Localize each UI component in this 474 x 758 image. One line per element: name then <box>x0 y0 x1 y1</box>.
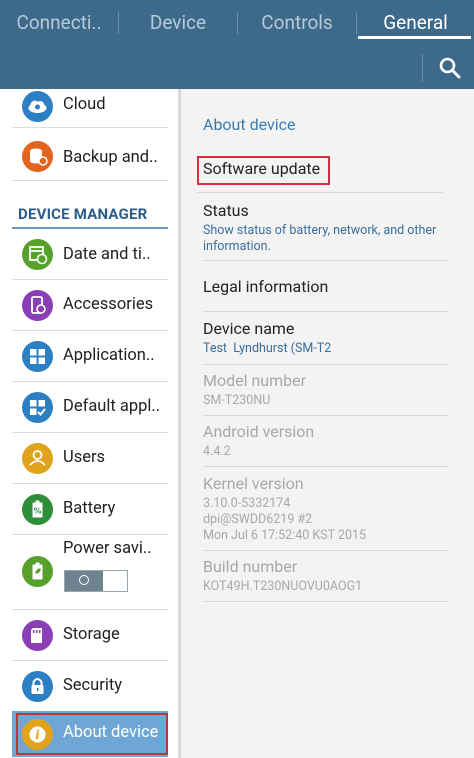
row-title: Android version <box>203 422 315 441</box>
apps-grid-icon <box>22 341 53 372</box>
selected-tab-indicator <box>358 36 471 39</box>
power-saving-toggle[interactable] <box>64 570 128 592</box>
sidebar-item-users[interactable]: Users <box>12 433 168 484</box>
sidebar-item-label: Battery <box>63 499 116 518</box>
row-android-version: Android version 4.4.2 <box>203 416 449 467</box>
page-title: About device <box>203 115 296 134</box>
lock-icon <box>22 671 53 702</box>
sd-card-icon <box>22 620 53 651</box>
search-separator <box>422 54 423 82</box>
calendar-clock-icon <box>22 239 53 270</box>
row-subtitle: Test Lyndhurst (SM-T2 <box>203 341 332 356</box>
sidebar-item-label: Application.. <box>63 346 155 365</box>
battery-icon: % <box>22 494 53 525</box>
sidebar-item-label: Security <box>63 676 123 695</box>
sidebar-item-label: Accessories <box>63 295 154 314</box>
tab-connections[interactable]: Connecti.. <box>0 0 118 45</box>
row-subtitle-line: dpi@SWDD6219 #2 <box>203 512 313 527</box>
sidebar-item-storage[interactable]: Storage <box>12 610 168 661</box>
row-build-number: Build number KOT49H.T230NUOVU0AOG1 <box>203 551 449 602</box>
sidebar-item-label: Date and ti.. <box>63 245 151 264</box>
cloud-icon <box>22 91 53 122</box>
toggle-knob <box>65 571 103 591</box>
sidebar-item-label: Cloud <box>63 95 106 114</box>
sidebar-item-battery[interactable]: % Battery <box>12 484 168 535</box>
sidebar-item-accessories[interactable]: Accessories <box>12 280 168 331</box>
software-update-highlight <box>197 156 330 185</box>
svg-text:%: % <box>33 507 41 516</box>
row-title: Kernel version <box>203 474 304 493</box>
section-header-device-manager: DEVICE MANAGER <box>18 205 148 223</box>
sidebar-item-label: Users <box>63 448 106 467</box>
accessories-icon <box>22 290 53 321</box>
row-title: Model number <box>203 371 307 390</box>
row-subtitle: 4.4.2 <box>203 444 231 459</box>
sidebar-item-date-time[interactable]: Date and ti.. <box>12 229 168 280</box>
row-subtitle: SM-T230NU <box>203 393 271 408</box>
sidebar-item-security[interactable]: Security <box>12 661 168 712</box>
row-subtitle: KOT49H.T230NUOVU0AOG1 <box>203 579 363 594</box>
row-subtitle-line: Mon Jul 6 17:52:40 KST 2015 <box>203 528 367 543</box>
sidebar-item-backup[interactable]: Backup and.. <box>12 131 168 181</box>
row-subtitle-line: 3.10.0-5332174 <box>203 496 291 511</box>
row-title: Legal information <box>203 277 329 296</box>
sidebar-item-label: Power savi.. <box>63 539 152 558</box>
search-icon <box>439 57 461 79</box>
row-title: Build number <box>203 557 298 576</box>
row-title: Status <box>203 201 249 220</box>
row-model-number: Model number SM-T230NU <box>203 365 449 416</box>
sidebar-item-label: Default appl.. <box>63 397 161 416</box>
sidebar-item-label: Backup and.. <box>63 148 158 167</box>
row-subtitle: Show status of battery, network, and oth… <box>203 223 437 254</box>
top-tab-bar: Connecti.. Device Controls General <box>0 0 474 89</box>
search-button[interactable] <box>437 55 463 81</box>
default-apps-icon <box>22 392 53 423</box>
row-legal-information[interactable]: Legal information <box>203 261 449 312</box>
about-device-highlight <box>16 713 168 755</box>
tab-device[interactable]: Device <box>119 0 237 45</box>
sidebar-item-label: Storage <box>63 625 120 644</box>
settings-sidebar[interactable]: Cloud Backup and.. DEVICE MANAGER Date a… <box>0 89 178 758</box>
toggle-off-indicator <box>79 575 89 585</box>
sidebar-item-default-apps[interactable]: Default appl.. <box>12 382 168 433</box>
row-kernel-version: Kernel version 3.10.0-5332174 dpi@SWDD62… <box>203 467 449 551</box>
users-icon <box>22 443 53 474</box>
backup-icon <box>22 141 53 172</box>
row-device-name[interactable]: Device name Test Lyndhurst (SM-T2 <box>203 312 449 365</box>
sidebar-item-applications[interactable]: Application.. <box>12 331 168 382</box>
row-title: Device name <box>203 319 295 338</box>
row-status[interactable]: Status Show status of battery, network, … <box>203 193 449 261</box>
tab-controls[interactable]: Controls <box>238 0 356 45</box>
power-saving-icon <box>22 556 53 587</box>
sidebar-item-cloud[interactable]: Cloud <box>12 89 168 128</box>
